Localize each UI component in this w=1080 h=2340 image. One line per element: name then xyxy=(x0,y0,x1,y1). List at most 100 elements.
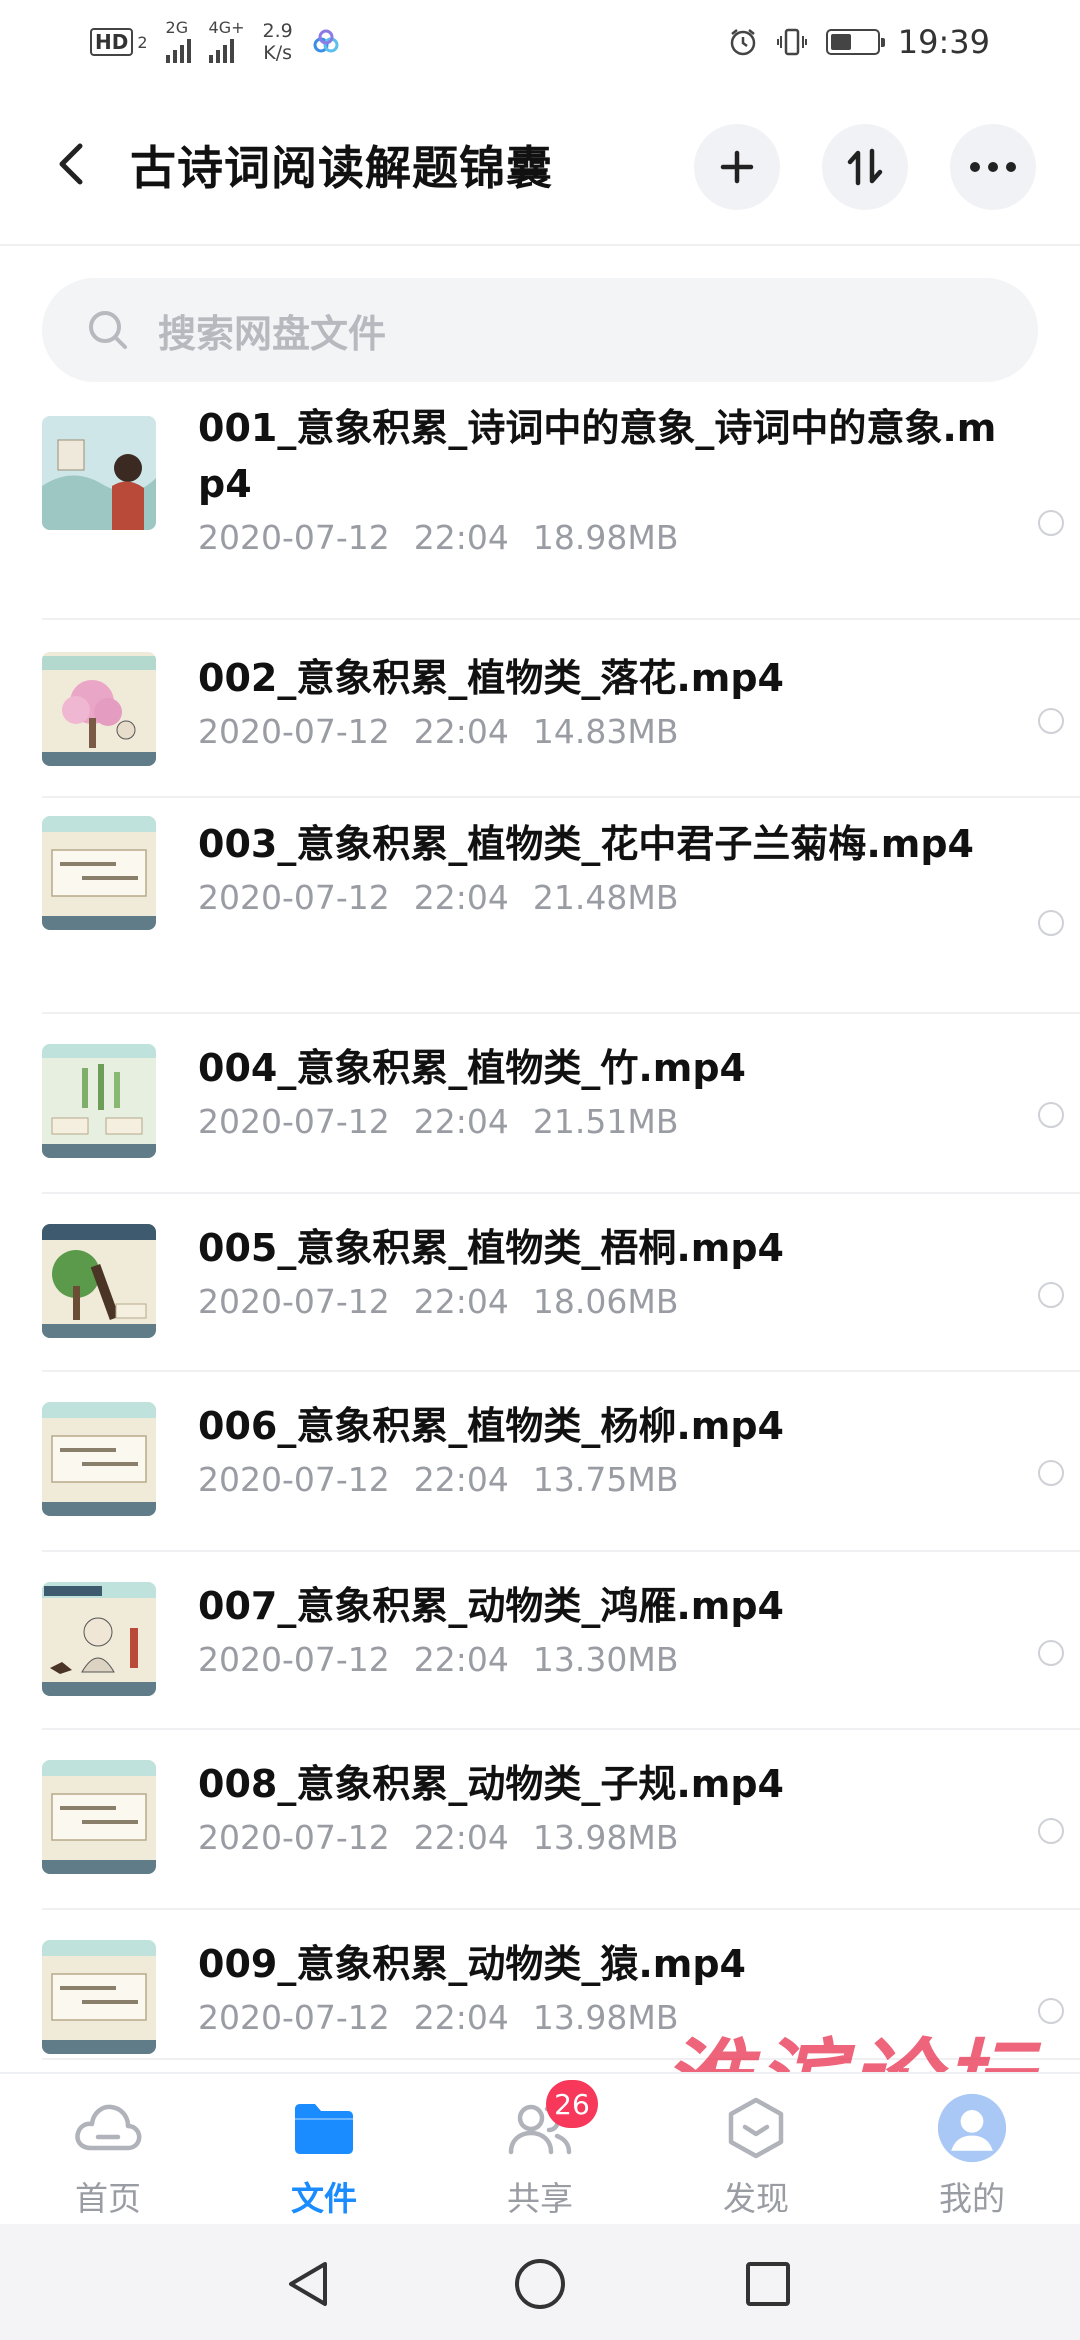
file-row[interactable]: 007_意象积累_动物类_鸿雁.mp4 2020-07-12 22:04 13.30M… xyxy=(42,1552,1080,1730)
chevron-left-icon xyxy=(59,143,83,185)
file-date: 2020-07-12 xyxy=(198,1282,390,1321)
file-name: 005_意象积累_植物类_梧桐.mp4 xyxy=(198,1226,784,1270)
search-icon xyxy=(89,311,127,349)
system-back-button[interactable] xyxy=(278,2254,338,2314)
header-divider xyxy=(0,244,1080,246)
video-thumbnail xyxy=(42,652,156,766)
file-size: 14.83MB xyxy=(532,712,679,751)
net-label-1: 2G xyxy=(165,18,189,37)
nav-label-me: 我的 xyxy=(939,2179,1005,2218)
file-size: 18.98MB xyxy=(532,518,679,557)
status-bar: HD 2 2G 4G+ 2.9 K/s 19:39 xyxy=(0,0,1080,84)
system-home-button[interactable] xyxy=(510,2254,570,2314)
system-nav-bar xyxy=(0,2224,1080,2340)
clock: 19:39 xyxy=(897,23,990,61)
battery-level xyxy=(830,34,851,50)
sort-button[interactable] xyxy=(822,124,908,210)
nav-discover[interactable]: 发现 xyxy=(686,2092,826,2222)
file-date: 2020-07-12 xyxy=(198,878,390,917)
select-radio[interactable] xyxy=(1038,1102,1064,1128)
net-speed: 2.9 K/s xyxy=(263,20,293,64)
video-thumbnail xyxy=(42,1402,156,1516)
file-name: 006_意象积累_植物类_杨柳.mp4 xyxy=(198,1404,784,1448)
file-row[interactable]: 001_意象积累_诗词中的意象_诗词中的意象.mp4 2020-07-12 22:0… xyxy=(42,400,1080,620)
battery-icon xyxy=(825,29,885,55)
alarm-icon xyxy=(730,29,756,56)
video-thumbnail xyxy=(42,1044,156,1158)
circle-home-icon xyxy=(515,2259,565,2309)
nav-label-files: 文件 xyxy=(291,2179,357,2218)
signal-2g: 2G xyxy=(165,18,191,63)
avatar-icon xyxy=(936,2092,1008,2164)
file-name: 007_意象积累_动物类_鸿雁.mp4 xyxy=(198,1584,784,1628)
system-recents-button[interactable] xyxy=(738,2254,798,2314)
file-date: 2020-07-12 xyxy=(198,1818,390,1857)
file-row[interactable]: 004_意象积累_植物类_竹.mp4 2020-07-12 22:04 21.51MB xyxy=(42,1014,1080,1194)
nav-files[interactable]: 文件 xyxy=(254,2092,394,2222)
file-time: 22:04 xyxy=(413,1998,509,2037)
folder-icon xyxy=(288,2092,360,2164)
select-radio[interactable] xyxy=(1038,510,1064,536)
file-row[interactable]: 005_意象积累_植物类_梧桐.mp4 2020-07-12 22:04 18.06M… xyxy=(42,1194,1080,1372)
file-list: 001_意象积累_诗词中的意象_诗词中的意象.mp4 2020-07-12 22:0… xyxy=(0,400,1080,2060)
file-name: 003_意象积累_植物类_花中君子兰菊梅.mp4 xyxy=(198,822,974,866)
file-meta: 2020-07-12 22:04 18.98MB xyxy=(198,514,1018,562)
file-text: 008_意象积累_动物类_子规.mp4 2020-07-12 22:04 13.98M… xyxy=(198,1756,1018,1862)
file-time: 22:04 xyxy=(413,878,509,917)
file-time: 22:04 xyxy=(413,518,509,557)
file-size: 13.98MB xyxy=(532,1998,679,2037)
signal-bars-icon xyxy=(208,35,234,63)
nav-me[interactable]: 我的 xyxy=(902,2092,1042,2222)
net-speed-unit: K/s xyxy=(263,42,292,64)
select-radio[interactable] xyxy=(1038,1460,1064,1486)
file-row[interactable]: 006_意象积累_植物类_杨柳.mp4 2020-07-12 22:04 13.75M… xyxy=(42,1372,1080,1552)
file-text: 001_意象积累_诗词中的意象_诗词中的意象.mp4 2020-07-12 22:0… xyxy=(198,400,1018,562)
search-placeholder: 搜索网盘文件 xyxy=(158,311,387,356)
file-row[interactable]: 003_意象积累_植物类_花中君子兰菊梅.mp4 2020-07-12 22:04 2… xyxy=(42,798,1080,1014)
select-radio[interactable] xyxy=(1038,1640,1064,1666)
signal-4g: 4G+ xyxy=(208,20,245,63)
file-time: 22:04 xyxy=(413,1282,509,1321)
file-meta: 2020-07-12 22:04 14.83MB xyxy=(198,708,1018,756)
file-time: 22:04 xyxy=(413,712,509,751)
file-size: 21.51MB xyxy=(532,1102,679,1141)
select-radio[interactable] xyxy=(1038,1818,1064,1844)
select-radio[interactable] xyxy=(1038,1282,1064,1308)
header: 古诗词阅读解题锦囊 xyxy=(0,104,1080,228)
page-title: 古诗词阅读解题锦囊 xyxy=(130,141,553,195)
more-button[interactable] xyxy=(950,124,1036,210)
file-date: 2020-07-12 xyxy=(198,1640,390,1679)
signal-bars-icon xyxy=(165,35,191,63)
file-name: 001_意象积累_诗词中的意象_诗词中的意象.mp4 xyxy=(198,406,997,506)
cloud-sync-icon xyxy=(313,29,339,53)
file-text: 006_意象积累_植物类_杨柳.mp4 2020-07-12 22:04 13.75M… xyxy=(198,1398,1018,1504)
hd-badge: HD xyxy=(90,28,134,56)
file-meta: 2020-07-12 22:04 18.06MB xyxy=(198,1278,1018,1326)
back-button[interactable] xyxy=(42,134,102,194)
file-date: 2020-07-12 xyxy=(198,1102,390,1141)
file-text: 003_意象积累_植物类_花中君子兰菊梅.mp4 2020-07-12 22:04 2… xyxy=(198,816,1018,922)
select-radio[interactable] xyxy=(1038,910,1064,936)
add-button[interactable] xyxy=(694,124,780,210)
file-size: 13.98MB xyxy=(532,1818,679,1857)
file-meta: 2020-07-12 22:04 13.30MB xyxy=(198,1636,1018,1684)
video-thumbnail xyxy=(42,1760,156,1874)
sort-icon xyxy=(847,148,883,186)
search-input[interactable]: 搜索网盘文件 xyxy=(42,278,1038,382)
nav-share[interactable]: 26 共享 xyxy=(470,2080,610,2222)
video-thumbnail xyxy=(42,1224,156,1338)
share-badge: 26 xyxy=(546,2080,598,2128)
nav-home[interactable]: 首页 xyxy=(38,2092,178,2222)
file-size: 21.48MB xyxy=(532,878,679,917)
select-radio[interactable] xyxy=(1038,708,1064,734)
select-radio[interactable] xyxy=(1038,1998,1064,2024)
more-dots-icon xyxy=(970,162,1016,172)
file-name: 004_意象积累_植物类_竹.mp4 xyxy=(198,1046,746,1090)
file-row[interactable]: 008_意象积累_动物类_子规.mp4 2020-07-12 22:04 13.98M… xyxy=(42,1730,1080,1910)
file-date: 2020-07-12 xyxy=(198,1460,390,1499)
triangle-back-icon xyxy=(289,2262,327,2306)
file-meta: 2020-07-12 22:04 13.98MB xyxy=(198,1814,1018,1862)
file-size: 18.06MB xyxy=(532,1282,679,1321)
file-row[interactable]: 002_意象积累_植物类_落花.mp4 2020-07-12 22:04 14.83M… xyxy=(42,620,1080,798)
video-thumbnail xyxy=(42,816,156,930)
